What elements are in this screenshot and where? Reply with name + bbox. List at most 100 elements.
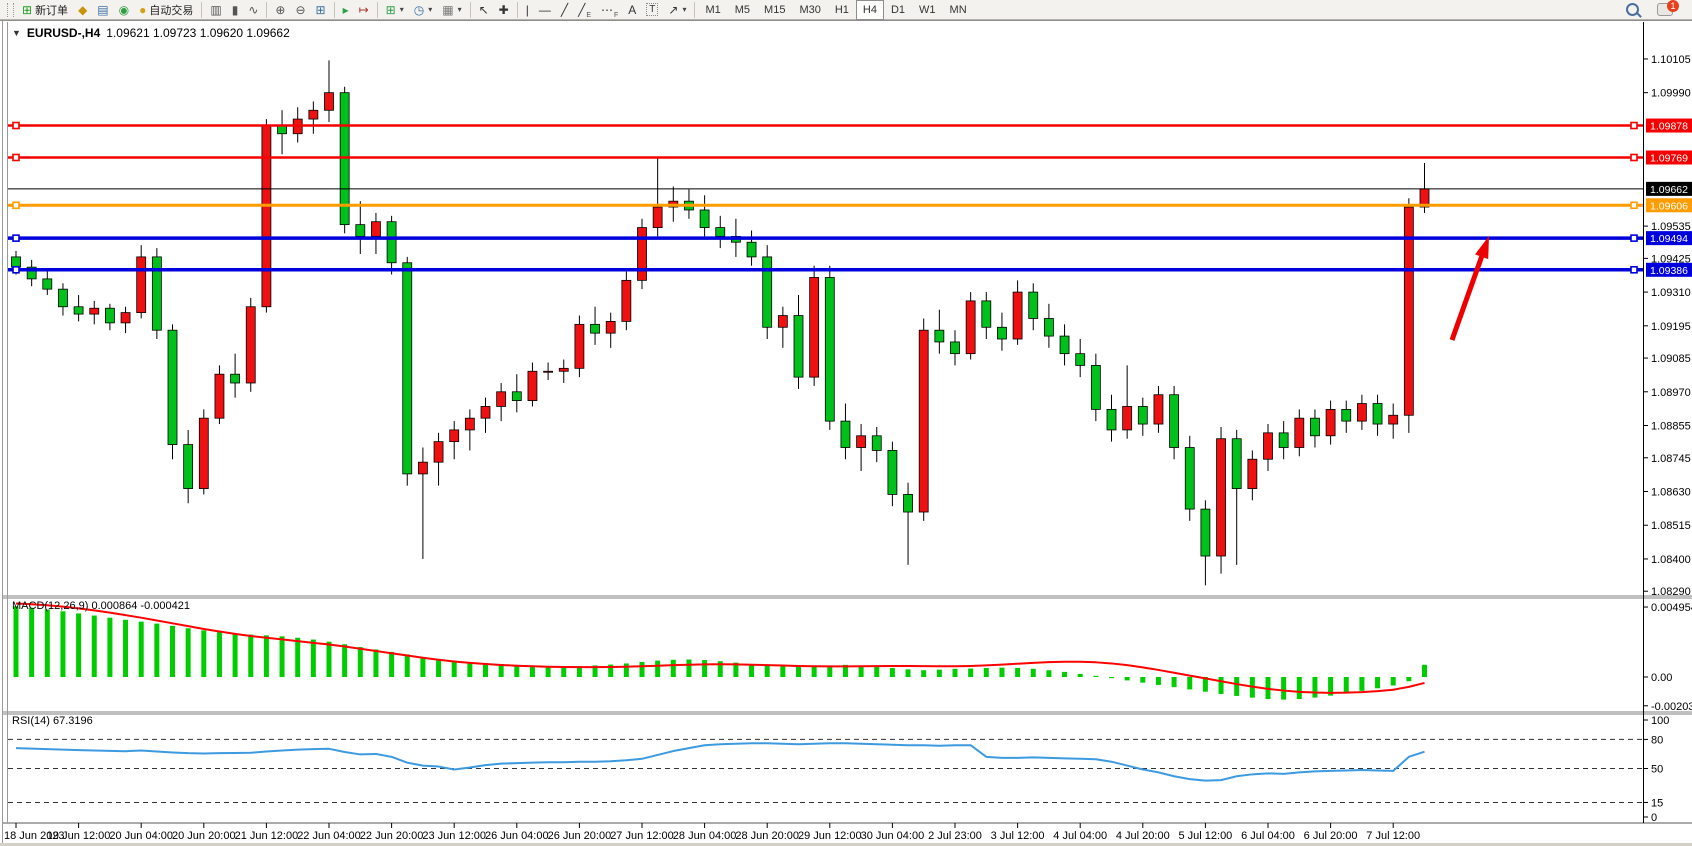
timeframe-m30-button[interactable]: M30 [792,0,827,20]
timeframe-d1-button[interactable]: D1 [884,0,912,20]
new-chart-icon: ⊞ [386,4,396,16]
chevron-down-icon: ▾ [682,5,686,14]
price-tick-label: 1.09085 [1651,353,1691,365]
collapse-chart-icon[interactable]: ▼ [12,28,21,38]
price-tick-label: 1.08745 [1651,453,1691,465]
price-tick-label: 1.08290 [1651,586,1691,598]
line-chart-button[interactable]: ∿ [243,0,263,20]
horizontal-line-button[interactable]: — [534,0,556,20]
timeframe-m15-button[interactable]: M15 [757,0,792,20]
time-axis-label: 6 Jul 20:00 [1304,830,1358,842]
rsi-axis-label: 0 [1651,812,1657,824]
text-label-icon: T [646,3,658,16]
equidistant-channel-button[interactable]: ╱E [573,0,596,20]
bar-chart-icon: ▥ [210,4,221,16]
time-axis-label: 26 Jun 20:00 [548,830,612,842]
market-watch-icon: ◆ [78,4,87,16]
time-axis-label: 28 Jun 04:00 [673,830,737,842]
toolbar-drag-handle[interactable] [7,3,14,17]
candlestick-chart-button[interactable]: ▮ [227,0,244,20]
timeframe-w1-button[interactable]: W1 [912,0,943,20]
auto-scroll-icon: ▸ [343,4,349,16]
macd-label: MACD(12,26,9) 0.000864 -0.000421 [12,600,190,612]
arrows-button[interactable]: ↗▾ [663,0,691,20]
price-tick-label: 1.08400 [1651,554,1691,566]
signals-button[interactable]: ◉ [114,0,134,20]
time-axis-label: 4 Jul 20:00 [1116,830,1170,842]
zoom-out-icon: ⊖ [295,4,305,16]
text-button[interactable]: A [623,0,641,20]
time-axis-label: 7 Jul 12:00 [1366,830,1420,842]
fibonacci-button[interactable]: ⋯F [596,0,623,20]
toolbar-separator [266,2,267,18]
vertical-line-button[interactable]: | [521,0,534,20]
data-window-button[interactable]: ▤ [92,0,113,20]
price-badge: 1.09878 [1650,121,1688,133]
price-tick-label: 1.09310 [1651,287,1691,299]
timeframe-h4-button[interactable]: H4 [856,0,884,20]
search-icon [1626,3,1639,16]
timeframe-h1-button[interactable]: H1 [828,0,856,20]
trendline-button[interactable]: ╱ [556,0,573,20]
price-badge: 1.09606 [1650,200,1688,212]
new-order-icon: ⊞ [22,4,32,16]
chevron-down-icon: ▾ [400,5,404,14]
time-axis-label: 20 Jun 20:00 [172,830,236,842]
data-window-icon: ▤ [97,4,108,16]
time-axis-label: 22 Jun 20:00 [360,830,424,842]
candlestick-chart-icon: ▮ [232,4,239,16]
toolbar-separator [334,2,335,18]
notification-bubble-icon: 1 [1657,3,1673,16]
tile-windows-button[interactable]: ⊞ [311,0,331,20]
price-chart[interactable]: 1.101051.099901.095351.094251.093101.091… [0,0,1692,846]
time-axis-label: 28 Jun 20:00 [735,830,799,842]
crosshair-icon: ✚ [499,4,509,16]
period-button[interactable]: ◷▾ [409,0,438,20]
time-axis-label: 30 Jun 04:00 [861,830,925,842]
market-watch-button[interactable]: ◆ [73,0,92,20]
toolbar-separator [470,2,471,18]
time-axis-label: 20 Jun 04:00 [109,830,173,842]
rsi-axis-label: 80 [1651,734,1663,746]
chart-shift-icon: ↦ [359,4,369,16]
toolbar-separator [694,2,695,18]
rsi-label: RSI(14) 67.3196 [12,715,93,727]
new-chart-button[interactable]: ⊞▾ [381,0,409,20]
chevron-down-icon: ▾ [458,5,462,14]
new-order-button-label: 新订单 [35,2,68,18]
bar-chart-button[interactable]: ▥ [205,0,226,20]
vertical-line-icon: | [526,4,529,16]
time-axis-label: 4 Jul 04:00 [1053,830,1107,842]
timeframe-m5-button[interactable]: M5 [728,0,757,20]
price-tick-label: 1.09195 [1651,321,1691,333]
time-axis-label: 29 Jun 12:00 [798,830,862,842]
auto-scroll-button[interactable]: ▸ [338,0,354,20]
zoom-in-button[interactable]: ⊕ [270,0,290,20]
signals-icon: ◉ [119,4,129,16]
templates-button[interactable]: ▦▾ [437,0,466,20]
price-tick-label: 1.08630 [1651,487,1691,499]
timeframe-m1-button[interactable]: M1 [698,0,727,20]
price-badge: 1.09662 [1650,184,1688,196]
search-button[interactable] [1621,0,1652,20]
text-label-button[interactable]: T [641,0,663,20]
period-icon: ◷ [414,4,424,16]
new-order-button[interactable]: ⊞新订单 [17,0,73,20]
time-axis-label: 22 Jun 04:00 [297,830,361,842]
chevron-down-icon: ▾ [428,5,432,14]
time-axis-label: 5 Jul 12:00 [1178,830,1232,842]
alerts-button[interactable]: 1 [1652,0,1688,20]
chart-shift-button[interactable]: ↦ [354,0,374,20]
time-axis-label: 21 Jun 12:00 [235,830,299,842]
zoom-out-button[interactable]: ⊖ [290,0,310,20]
crosshair-button[interactable]: ✚ [494,0,514,20]
price-tick-label: 1.08855 [1651,421,1691,433]
timeframe-mn-button[interactable]: MN [943,0,974,20]
cursor-button[interactable]: ↖ [474,0,494,20]
autotrade-button[interactable]: ●自动交易 [134,0,198,20]
price-badge: 1.09386 [1650,265,1688,277]
price-tick-label: 1.08515 [1651,520,1691,532]
arrows-icon: ↗ [668,4,678,16]
zoom-in-icon: ⊕ [275,4,285,16]
price-badge: 1.09494 [1650,233,1688,245]
